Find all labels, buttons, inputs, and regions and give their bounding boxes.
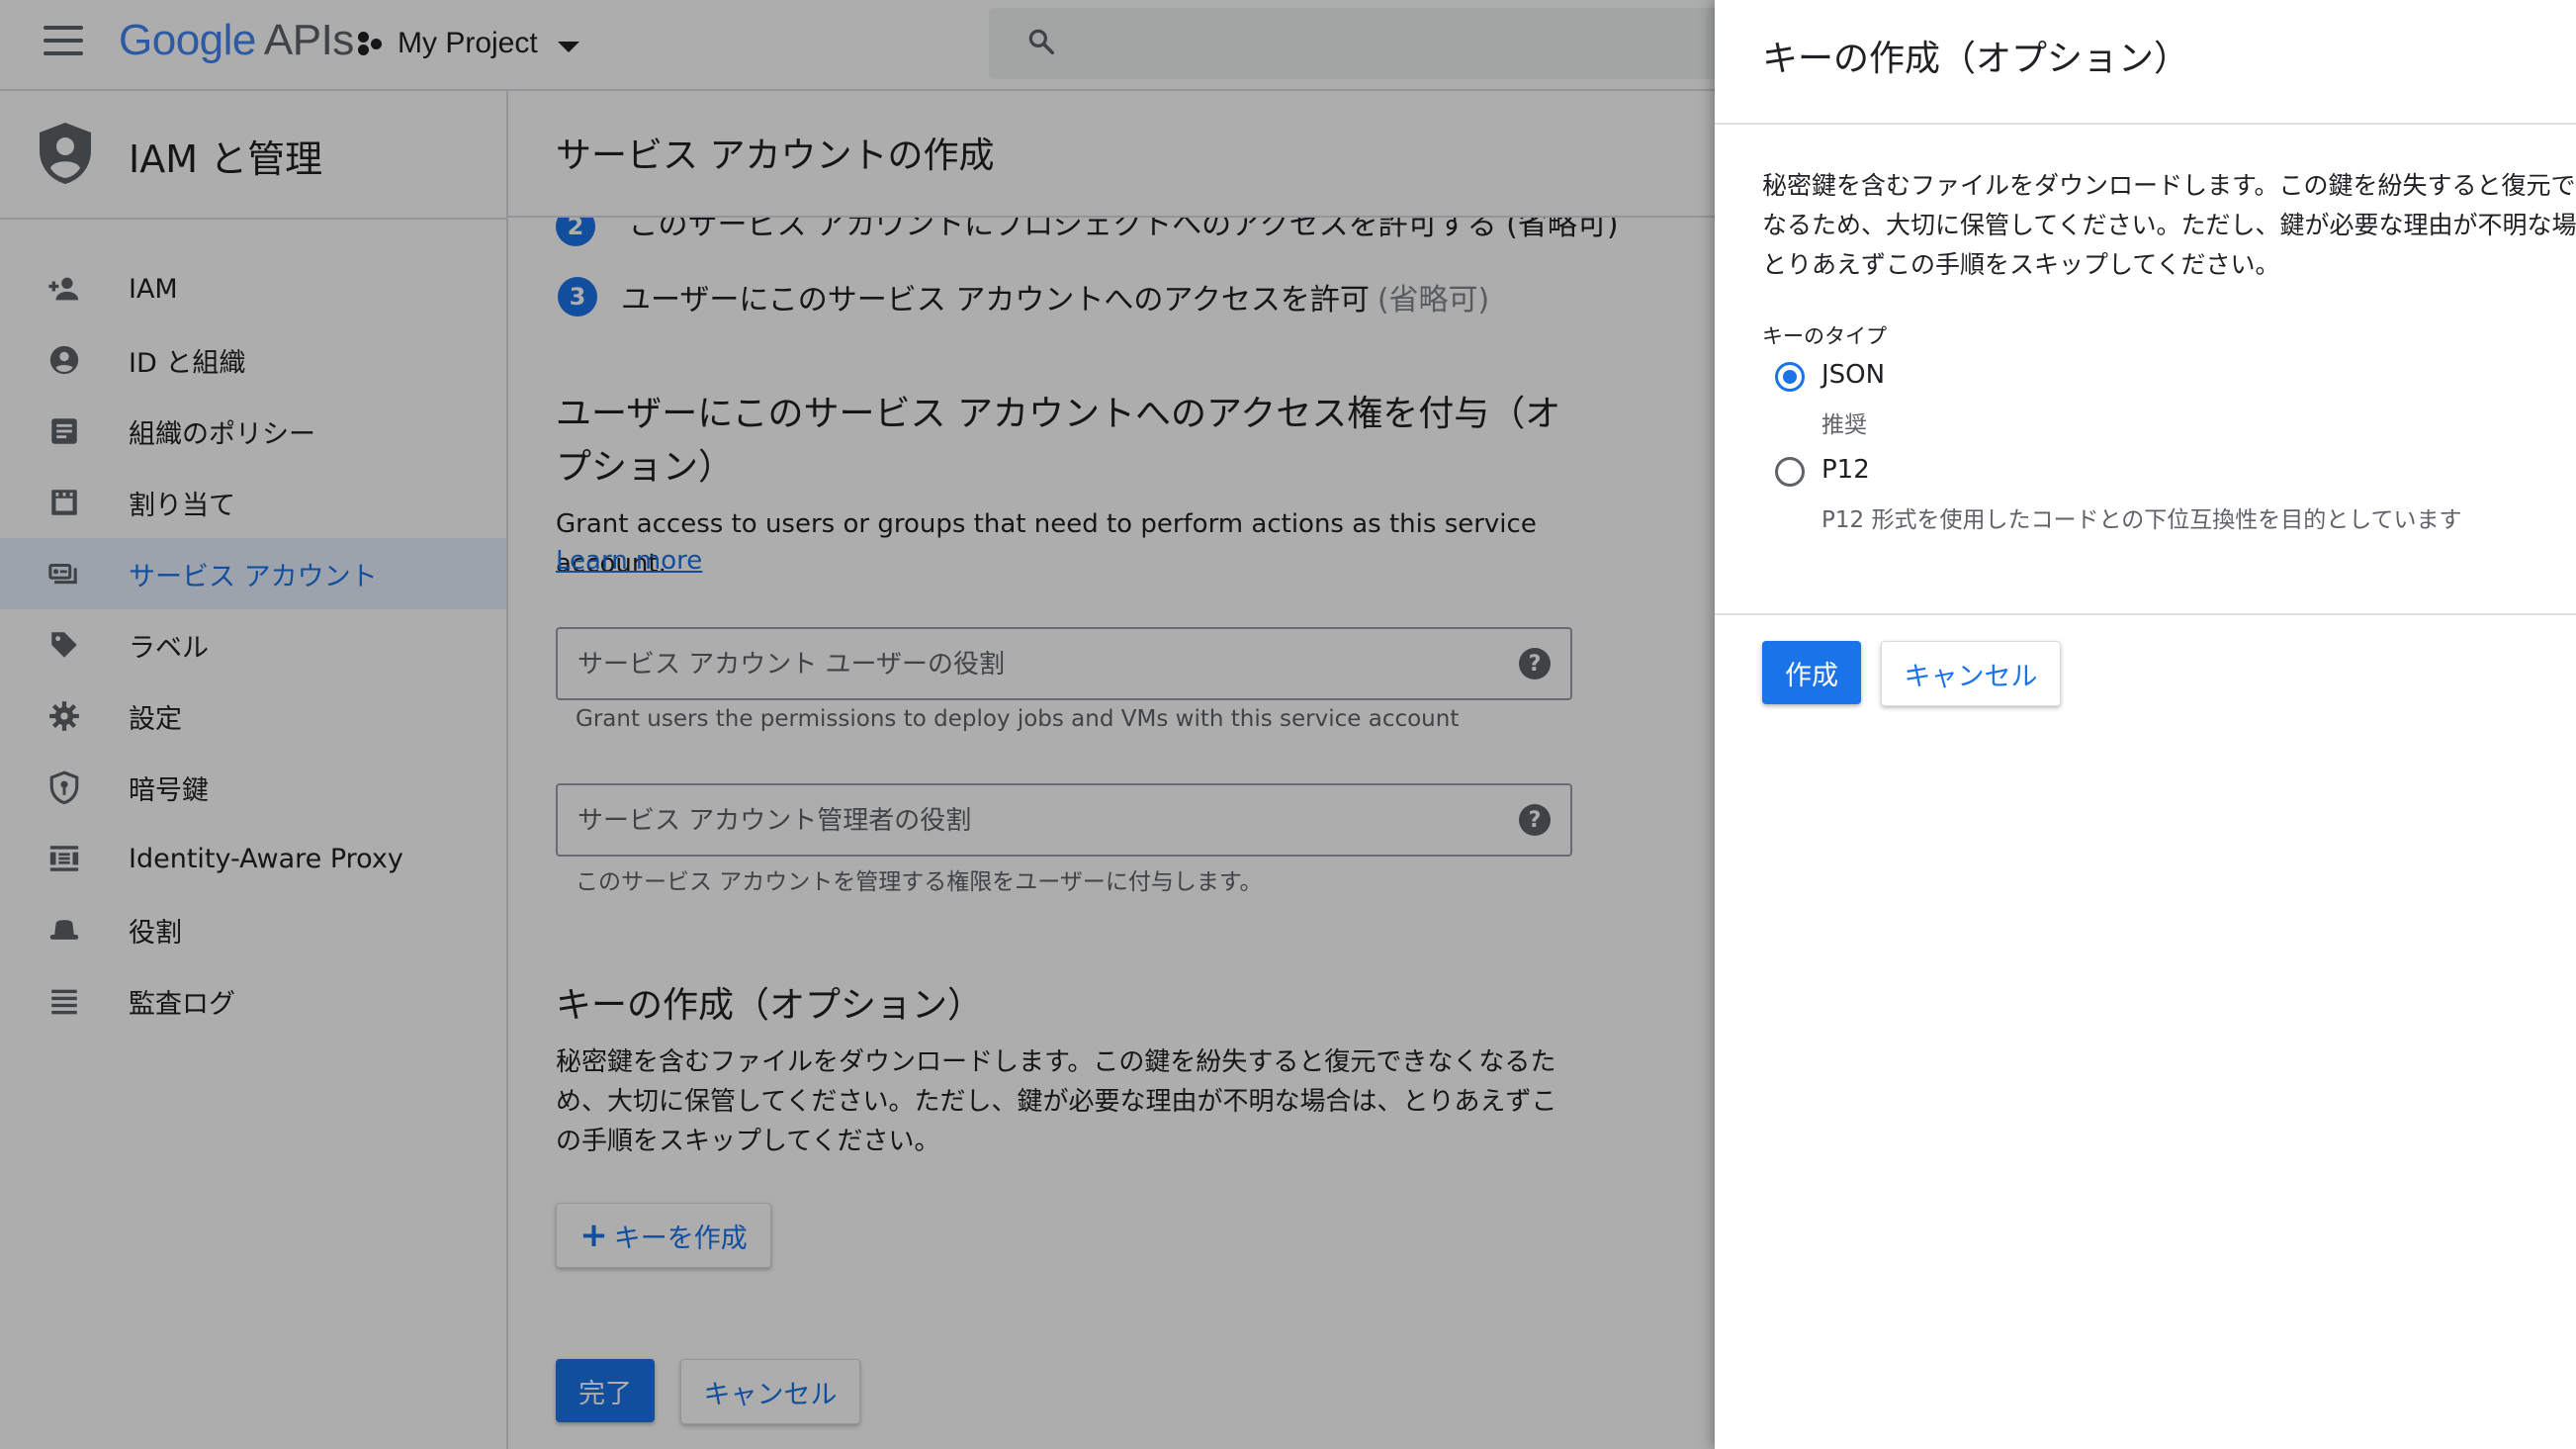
panel-title: キーの作成（オプション） xyxy=(1762,39,2190,79)
panel-description: 秘密鍵を含むファイルをダウンロードします。この鍵を紛失すると復元できなくなるため… xyxy=(1762,171,2576,279)
modal-scrim[interactable] xyxy=(0,0,1715,1449)
p12-description: P12 形式を使用したコードとの下位互換性を目的としています xyxy=(1821,507,2462,533)
panel-divider xyxy=(1715,613,2576,615)
key-type-label: キーのタイプ xyxy=(1762,324,1887,348)
p12-radio[interactable] xyxy=(1775,457,1805,487)
p12-radio-label[interactable]: P12 xyxy=(1821,455,1870,485)
json-recommended-label: 推奨 xyxy=(1821,412,1867,438)
create-button[interactable]: 作成 xyxy=(1762,641,1861,704)
json-radio[interactable] xyxy=(1775,362,1805,392)
app-root: Google APIs My Project IAM と管理 IAM ID と組… xyxy=(0,0,2576,1449)
panel-header: キーの作成（オプション） xyxy=(1715,0,2576,125)
json-radio-label[interactable]: JSON xyxy=(1821,360,1885,390)
create-key-panel: キーの作成（オプション） 秘密鍵を含むファイルをダウンロードします。この鍵を紛失… xyxy=(1715,0,2576,1449)
panel-cancel-button[interactable]: キャンセル xyxy=(1881,641,2061,706)
